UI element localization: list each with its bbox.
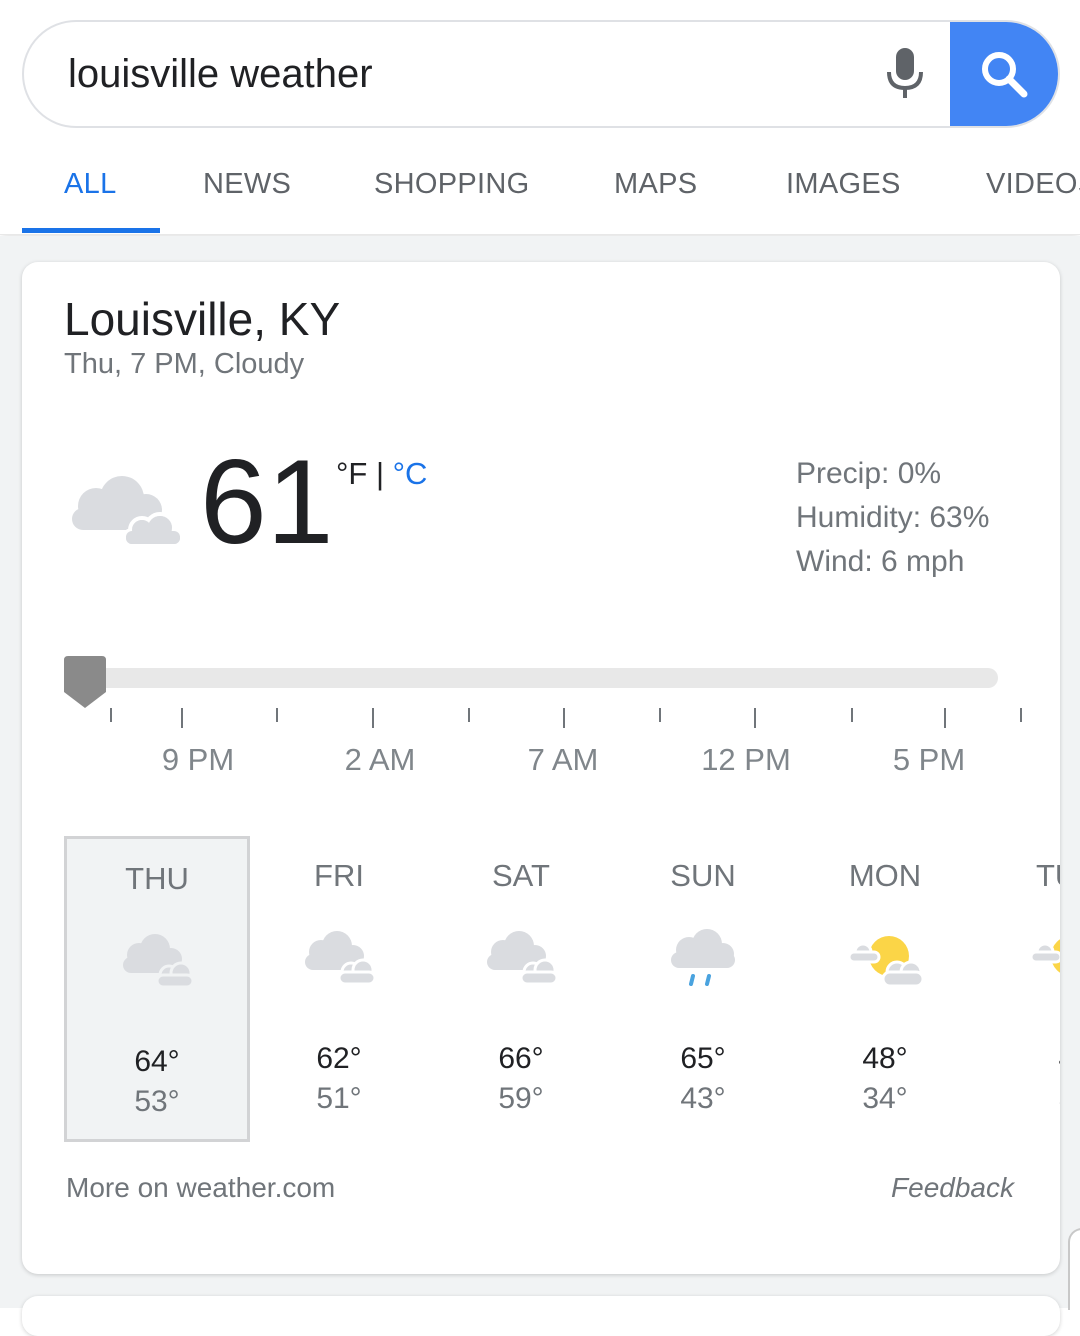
daily-forecast: THU 64° 53° FRI 62° 51° SAT 66° 59° SUN …	[64, 836, 1060, 1146]
precip-value: Precip: 0%	[796, 457, 942, 490]
forecast-day-tue[interactable]: TUE 4 3	[974, 836, 1060, 1142]
tab-news[interactable]: NEWS	[203, 168, 291, 201]
search-button[interactable]	[950, 22, 1058, 126]
hour-label[interactable]: 2 AM	[345, 742, 416, 778]
weather-location: Louisville, KY	[64, 293, 341, 345]
more-on-weather-link[interactable]: More on weather.com	[66, 1172, 335, 1204]
weather-card: Louisville, KY Thu, 7 PM, Cloudy 61 °F |…	[22, 262, 1060, 1274]
timeline-tick	[659, 708, 661, 722]
unit-toggle: °F | °C	[336, 456, 427, 492]
unit-separator: |	[367, 456, 393, 491]
timeline-tick	[181, 708, 183, 728]
hour-label[interactable]: 7 AM	[528, 742, 599, 778]
floating-edge-element	[1068, 1228, 1080, 1310]
cloudy-icon	[123, 934, 195, 989]
timeline-tick	[1020, 708, 1022, 722]
unit-fahrenheit[interactable]: °F	[336, 456, 367, 491]
tab-images[interactable]: IMAGES	[786, 168, 901, 201]
partly-sunny-icon	[847, 936, 925, 988]
feedback-link[interactable]: Feedback	[891, 1172, 1014, 1204]
high-temp: 64°	[134, 1045, 180, 1078]
high-temp: 66°	[498, 1042, 544, 1075]
low-temp: 34°	[862, 1082, 908, 1115]
wind-value: Wind: 6 mph	[796, 545, 965, 578]
partly-sunny-icon	[1029, 939, 1060, 973]
day-name: SAT	[492, 858, 550, 893]
hour-label[interactable]: 9 PM	[162, 742, 234, 778]
hour-label[interactable]: 12 PM	[701, 742, 791, 778]
cloudy-icon	[305, 931, 377, 986]
humidity-value: Humidity: 63%	[796, 501, 990, 534]
tab-videos[interactable]: VIDEOS	[986, 168, 1080, 201]
next-result-card	[22, 1296, 1060, 1336]
tab-maps[interactable]: MAPS	[614, 168, 697, 201]
hourly-timeline: 9 PM 2 AM 7 AM 12 PM 5 PM	[62, 652, 1022, 792]
forecast-day-thu[interactable]: THU 64° 53°	[64, 836, 250, 1142]
high-temp: 62°	[316, 1042, 362, 1075]
weather-subtitle: Thu, 7 PM, Cloudy	[64, 348, 305, 380]
cloudy-icon	[72, 476, 184, 548]
day-name: FRI	[314, 858, 364, 893]
day-name: TUE	[1036, 858, 1060, 893]
forecast-day-sat[interactable]: SAT 66° 59°	[428, 836, 614, 1142]
forecast-day-sun[interactable]: SUN 65° 43°	[610, 836, 796, 1142]
search-tabs: ALL NEWS SHOPPING MAPS IMAGES VIDEOS	[0, 150, 1080, 235]
timeline-tick	[276, 708, 278, 722]
timeline-tick	[851, 708, 853, 722]
low-temp: 43°	[680, 1082, 726, 1115]
cloudy-icon	[487, 931, 559, 986]
timeline-tick	[110, 708, 112, 722]
current-temperature: 61	[200, 435, 334, 569]
microphone-icon	[887, 48, 923, 98]
forecast-day-fri[interactable]: FRI 62° 51°	[246, 836, 432, 1142]
timeline-track[interactable]	[64, 668, 998, 688]
day-name: MON	[848, 858, 922, 893]
tab-shopping[interactable]: SHOPPING	[374, 168, 530, 201]
timeline-slider-handle[interactable]	[62, 652, 108, 712]
search-input[interactable]	[68, 22, 828, 126]
search-bar	[22, 20, 1060, 128]
high-temp: 4	[974, 1042, 1060, 1076]
unit-celsius[interactable]: °C	[393, 456, 428, 491]
day-name: THU	[125, 861, 189, 896]
weather-details: Precip: 0% Humidity: 63% Wind: 6 mph	[796, 452, 989, 584]
timeline-tick	[468, 708, 470, 722]
low-temp: 3	[974, 1082, 1060, 1116]
timeline-tick	[372, 708, 374, 728]
timeline-tick	[563, 708, 565, 728]
active-tab-indicator	[22, 228, 160, 233]
tab-all[interactable]: ALL	[64, 168, 117, 201]
forecast-day-mon[interactable]: MON 48° 34°	[792, 836, 978, 1142]
high-temp: 65°	[680, 1042, 726, 1075]
low-temp: 59°	[498, 1082, 544, 1115]
low-temp: 51°	[316, 1082, 362, 1115]
day-name: SUN	[670, 858, 736, 893]
high-temp: 48°	[862, 1042, 908, 1075]
magnifier-icon	[982, 52, 1028, 98]
hour-label[interactable]: 5 PM	[893, 742, 965, 778]
timeline-tick	[754, 708, 756, 728]
rain-icon	[671, 929, 735, 986]
voice-search-button[interactable]	[860, 22, 950, 126]
low-temp: 53°	[134, 1085, 180, 1118]
timeline-tick	[944, 708, 946, 728]
